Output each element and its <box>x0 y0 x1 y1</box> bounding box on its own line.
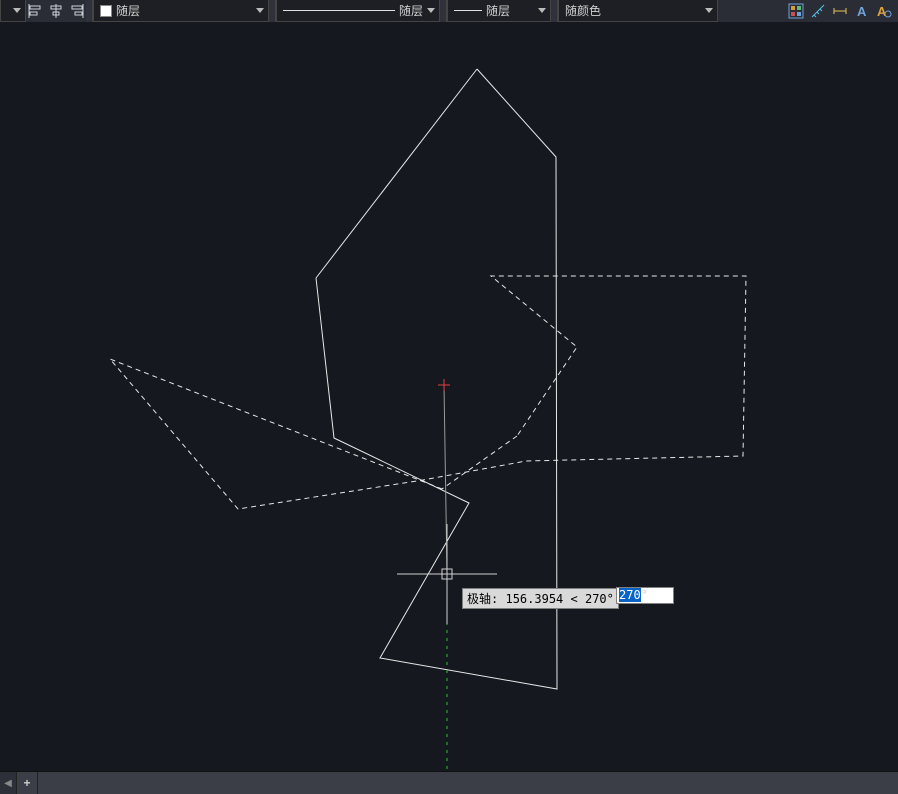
polar-tooltip-angle: 270° <box>585 592 614 606</box>
solid-close <box>316 69 477 278</box>
polar-tooltip-label: 极轴: <box>467 592 498 606</box>
align-center-icon[interactable] <box>46 0 66 22</box>
dropdown-arrow-icon <box>256 8 264 13</box>
dropdown-arrow-icon <box>705 8 713 13</box>
toolbar-separator <box>269 0 276 22</box>
layer-color-swatch <box>100 5 112 17</box>
find-text-icon[interactable]: A <box>874 0 894 22</box>
palette-icon[interactable] <box>786 0 806 22</box>
toolbar-right-cluster: A A <box>786 0 898 22</box>
svg-text:A: A <box>857 4 867 19</box>
add-tab-label: + <box>23 776 30 790</box>
degree-symbol: ° <box>641 588 648 602</box>
lineweight-sample-icon <box>454 10 482 11</box>
linetype-dropdown[interactable]: 随层 <box>276 0 440 22</box>
dimension-icon[interactable] <box>830 0 850 22</box>
dropdown-arrow-icon <box>538 8 546 13</box>
dashed-close <box>442 436 517 489</box>
tab-scroll-left[interactable]: ◀ <box>0 772 17 794</box>
add-layout-tab[interactable]: + <box>17 772 38 794</box>
tabstrip-filler <box>38 772 898 794</box>
polar-tooltip: 极轴: 156.3954 < 270° <box>462 588 619 609</box>
linetype-dropdown-label: 随层 <box>399 2 423 19</box>
layer-dropdown-label: 随层 <box>116 2 140 19</box>
lineweight-dropdown-label: 随层 <box>486 2 510 19</box>
align-left-icon[interactable] <box>26 0 46 22</box>
drawing-canvas[interactable]: 极轴: 156.3954 < 270° 270° <box>0 22 898 772</box>
toolbar-separator <box>440 0 447 22</box>
toolbar-separator <box>551 0 558 22</box>
layout-tabstrip: ◀ + <box>0 771 898 794</box>
color-dropdown[interactable]: 随颜色 <box>558 0 718 22</box>
polar-tooltip-distance: 156.3954 <box>505 592 563 606</box>
cad-svg <box>0 22 898 772</box>
layer-dropdown[interactable]: 随层 <box>93 0 269 22</box>
basepoint-marker <box>438 379 450 391</box>
angle-bracket-icon: < <box>571 592 578 606</box>
svg-text:A: A <box>877 4 887 19</box>
lineweight-dropdown[interactable]: 随层 <box>447 0 551 22</box>
text-a-icon[interactable]: A <box>852 0 872 22</box>
crosshair-cursor <box>397 524 497 624</box>
align-right-icon[interactable] <box>66 0 86 22</box>
linetype-sample-icon <box>283 10 395 11</box>
toolbar-separator <box>86 0 93 22</box>
dropdown-arrow-icon <box>427 8 435 13</box>
dropdown-arrow-icon <box>13 8 21 13</box>
polar-angle-value: 270 <box>619 588 641 602</box>
leading-dropdown[interactable] <box>0 0 26 22</box>
color-dropdown-label: 随颜色 <box>565 2 601 19</box>
measure-icon[interactable] <box>808 0 828 22</box>
dashed-polyline <box>110 276 746 509</box>
top-toolbar: 随层 随层 随层 随颜色 A A <box>0 0 898 23</box>
polar-angle-input[interactable]: 270° <box>616 587 674 604</box>
